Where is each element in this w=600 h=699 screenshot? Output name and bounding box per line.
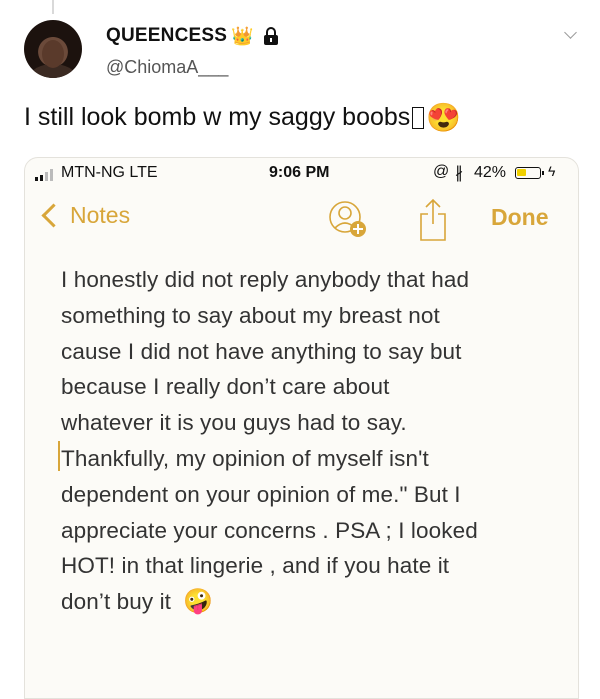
tweet-text-content: I still look bomb w my saggy boobs [24, 103, 411, 131]
chevron-left-icon [41, 203, 66, 228]
note-line: Thankfully, my opinion of myself isn't [61, 445, 429, 471]
note-line: because I really don’t care about [61, 374, 390, 400]
attached-screenshot[interactable]: MTN-NG LTE 9:06 PM @ ∦ 42% ϟ Notes Done [24, 157, 579, 699]
notes-back-button[interactable]: Notes [39, 202, 130, 229]
add-people-icon[interactable] [328, 200, 368, 240]
note-body[interactable]: I honestly did not reply anybody that ha… [61, 262, 561, 620]
status-time: 9:06 PM [269, 164, 330, 181]
note-line: I honestly did not reply anybody that ha… [61, 267, 470, 292]
note-line: appreciate your concerns . PSA ; I looke… [61, 517, 478, 543]
heart-eyes-icon: 😍 [426, 101, 462, 133]
bluetooth-icon: ∦ [455, 165, 463, 182]
display-name[interactable]: QUEENCESS [106, 25, 227, 47]
note-line: HOT! in that lingerie , and if you hate … [61, 553, 450, 579]
carrier-label: MTN-NG LTE [61, 164, 158, 181]
tweet-text: I still look bomb w my saggy boobs 😍 [24, 103, 461, 132]
avatar[interactable] [24, 20, 82, 78]
at-icon: @ [433, 163, 450, 180]
back-button-label: Notes [70, 202, 131, 228]
zany-face-icon: 🤪 [183, 588, 214, 616]
text-cursor [58, 441, 60, 471]
lock-icon [263, 27, 278, 45]
battery-icon [515, 167, 544, 179]
thread-line [52, 0, 54, 14]
display-name-row[interactable]: QUEENCESS 👑 [106, 25, 278, 47]
notes-nav-bar: Notes Done [25, 198, 578, 248]
note-line: something to say about my breast not [61, 302, 440, 328]
note-line: dependent on your opinion of me." But I [61, 481, 461, 507]
battery-percent: 42% [474, 164, 507, 181]
note-line-text: don’t buy it [61, 589, 172, 615]
chevron-down-icon[interactable] [564, 26, 577, 39]
missing-glyph-icon [412, 106, 425, 129]
crown-icon: 👑 [231, 26, 254, 46]
note-line: cause I did not have anything to say but [61, 338, 462, 364]
status-bar: MTN-NG LTE 9:06 PM @ ∦ 42% ϟ [25, 158, 578, 190]
share-icon[interactable] [418, 198, 448, 242]
signal-icon [35, 169, 59, 181]
done-button[interactable]: Done [491, 204, 549, 231]
note-line-last: don’t buy it 🤪 [61, 584, 561, 620]
user-handle[interactable]: @ChiomaA___ [106, 57, 228, 78]
note-line: whatever it is you guys had to say. [61, 410, 407, 436]
charging-bolt-icon: ϟ [548, 163, 556, 179]
